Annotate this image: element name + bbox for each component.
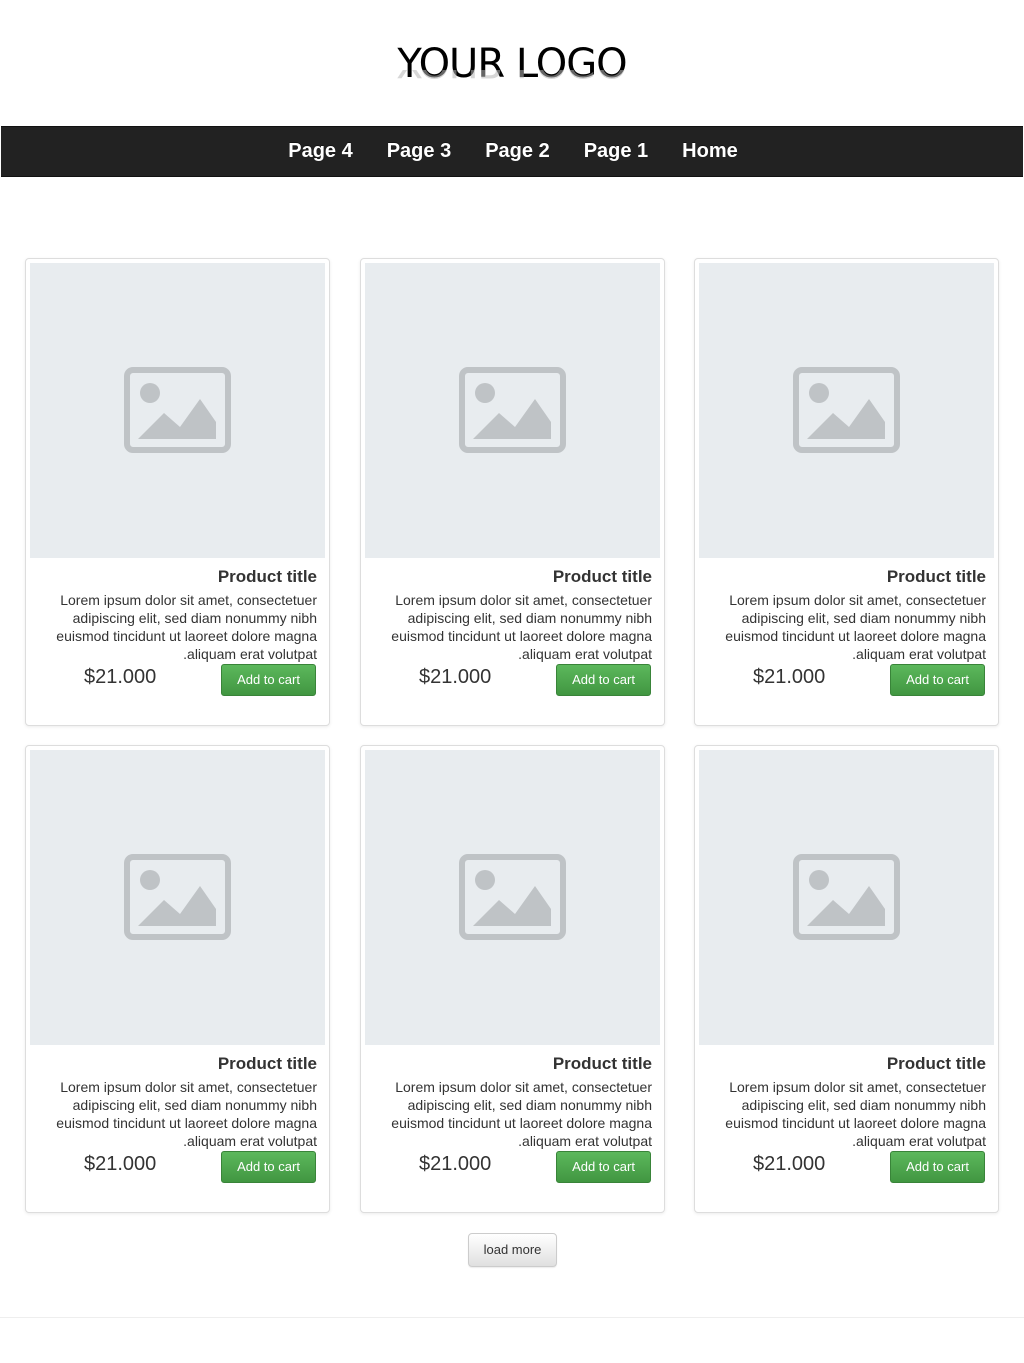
product-caption: Product title Lorem ipsum dolor sit amet… xyxy=(375,1052,652,1150)
page: YOUR LOGO YOUR LOGO Page 4 Page 3 Page 2… xyxy=(0,0,1024,1363)
product-card: Product title Lorem ipsum dolor sit amet… xyxy=(25,745,330,1213)
image-placeholder-icon xyxy=(459,854,566,940)
add-to-cart-button[interactable]: Add to cart xyxy=(556,664,651,696)
navbar: Page 4 Page 3 Page 2 Page 1 Home xyxy=(1,126,1023,177)
product-price: $21.000 xyxy=(753,1153,826,1175)
nav-item-page-2[interactable]: Page 2 xyxy=(468,127,566,176)
product-caption: Product title Lorem ipsum dolor sit amet… xyxy=(375,565,652,663)
product-caption: Product title Lorem ipsum dolor sit amet… xyxy=(40,1052,317,1150)
product-grid: Product title Lorem ipsum dolor sit amet… xyxy=(25,258,1000,1214)
load-more-button[interactable]: load more xyxy=(468,1233,557,1267)
product-title[interactable]: Product title xyxy=(375,1052,652,1076)
product-title[interactable]: Product title xyxy=(40,565,317,589)
product-image[interactable] xyxy=(699,263,994,558)
nav-item-home[interactable]: Home xyxy=(665,127,755,176)
product-description: Lorem ipsum dolor sit amet, consectetuer… xyxy=(56,1079,317,1149)
image-placeholder-icon xyxy=(793,854,900,940)
image-placeholder-icon xyxy=(124,854,231,940)
product-image[interactable] xyxy=(30,750,325,1045)
product-card: Product title Lorem ipsum dolor sit amet… xyxy=(360,745,665,1213)
product-image[interactable] xyxy=(365,750,660,1045)
product-title[interactable]: Product title xyxy=(709,1052,986,1076)
nav-item-page-1[interactable]: Page 1 xyxy=(567,127,665,176)
product-image[interactable] xyxy=(365,263,660,558)
product-price: $21.000 xyxy=(84,1153,157,1175)
image-placeholder-icon xyxy=(793,367,900,453)
nav-item-page-3[interactable]: Page 3 xyxy=(370,127,468,176)
header: YOUR LOGO YOUR LOGO xyxy=(0,40,1024,100)
product-title[interactable]: Product title xyxy=(40,1052,317,1076)
add-to-cart-button[interactable]: Add to cart xyxy=(221,664,316,696)
add-to-cart-button[interactable]: Add to cart xyxy=(890,1151,985,1183)
product-price: $21.000 xyxy=(419,666,492,688)
logo-text: YOUR LOGO xyxy=(397,41,627,87)
product-description: Lorem ipsum dolor sit amet, consectetuer… xyxy=(56,592,317,662)
product-image[interactable] xyxy=(699,750,994,1045)
product-caption: Product title Lorem ipsum dolor sit amet… xyxy=(40,565,317,663)
nav-list: Page 4 Page 3 Page 2 Page 1 Home xyxy=(1,127,1023,176)
product-caption: Product title Lorem ipsum dolor sit amet… xyxy=(709,565,986,663)
product-card: Product title Lorem ipsum dolor sit amet… xyxy=(694,745,999,1213)
product-caption: Product title Lorem ipsum dolor sit amet… xyxy=(709,1052,986,1150)
add-to-cart-button[interactable]: Add to cart xyxy=(556,1151,651,1183)
product-description: Lorem ipsum dolor sit amet, consectetuer… xyxy=(391,592,652,662)
add-to-cart-button[interactable]: Add to cart xyxy=(890,664,985,696)
image-placeholder-icon xyxy=(124,367,231,453)
nav-item-page-4[interactable]: Page 4 xyxy=(271,127,369,176)
product-price: $21.000 xyxy=(419,1153,492,1175)
product-image[interactable] xyxy=(30,263,325,558)
product-card: Product title Lorem ipsum dolor sit amet… xyxy=(694,258,999,726)
logo[interactable]: YOUR LOGO YOUR LOGO xyxy=(397,40,627,100)
product-card: Product title Lorem ipsum dolor sit amet… xyxy=(25,258,330,726)
product-title[interactable]: Product title xyxy=(375,565,652,589)
product-description: Lorem ipsum dolor sit amet, consectetuer… xyxy=(725,592,986,662)
product-description: Lorem ipsum dolor sit amet, consectetuer… xyxy=(725,1079,986,1149)
footer-divider xyxy=(0,1317,1024,1318)
product-description: Lorem ipsum dolor sit amet, consectetuer… xyxy=(391,1079,652,1149)
product-price: $21.000 xyxy=(753,666,826,688)
image-placeholder-icon xyxy=(459,367,566,453)
add-to-cart-button[interactable]: Add to cart xyxy=(221,1151,316,1183)
product-price: $21.000 xyxy=(84,666,157,688)
product-card: Product title Lorem ipsum dolor sit amet… xyxy=(360,258,665,726)
product-title[interactable]: Product title xyxy=(709,565,986,589)
